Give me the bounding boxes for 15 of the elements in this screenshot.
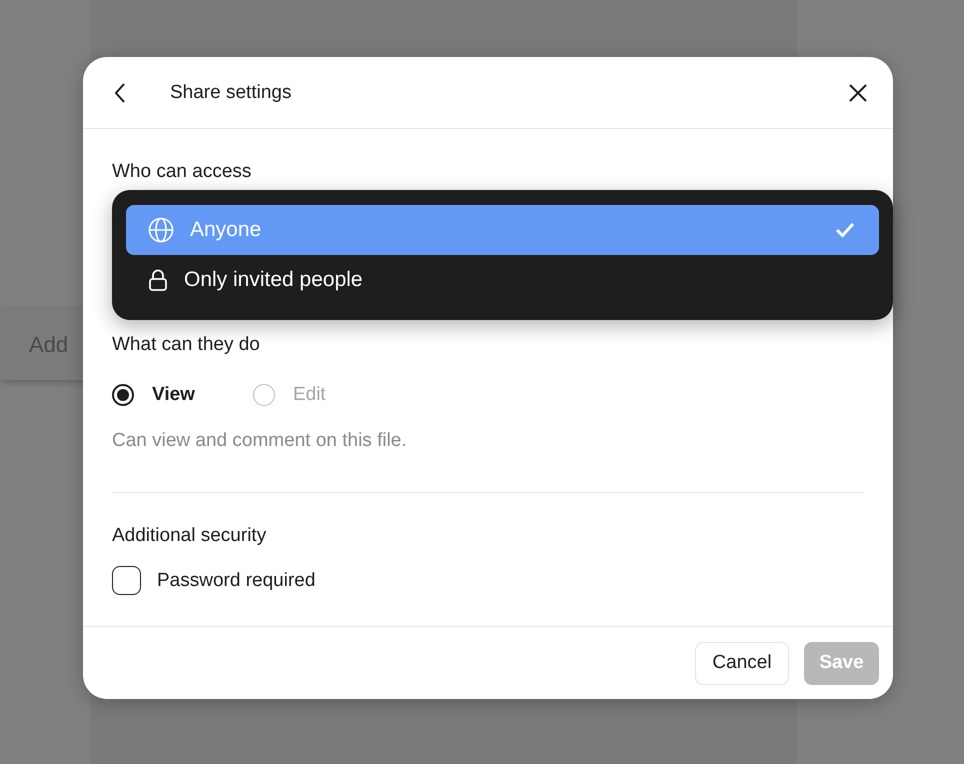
check-icon xyxy=(835,222,855,238)
menu-item[interactable]: Anyone xyxy=(126,205,879,255)
section-label: Additional security xyxy=(112,524,268,548)
globe-icon xyxy=(148,217,174,243)
close-button[interactable] xyxy=(847,82,869,104)
menu-item[interactable]: Only invited people xyxy=(126,255,879,305)
radio-option[interactable]: View xyxy=(112,384,195,406)
section-label: Who can access xyxy=(112,160,252,184)
permission-description: Can view and comment on this file. xyxy=(112,430,408,452)
checkbox[interactable] xyxy=(112,566,141,595)
dialog-title: Share settings xyxy=(170,82,292,104)
lock-icon xyxy=(148,269,168,291)
checkbox-label: Password required xyxy=(157,570,316,592)
radio-button[interactable] xyxy=(112,384,134,406)
secondary-button[interactable]: Cancel xyxy=(695,642,789,684)
